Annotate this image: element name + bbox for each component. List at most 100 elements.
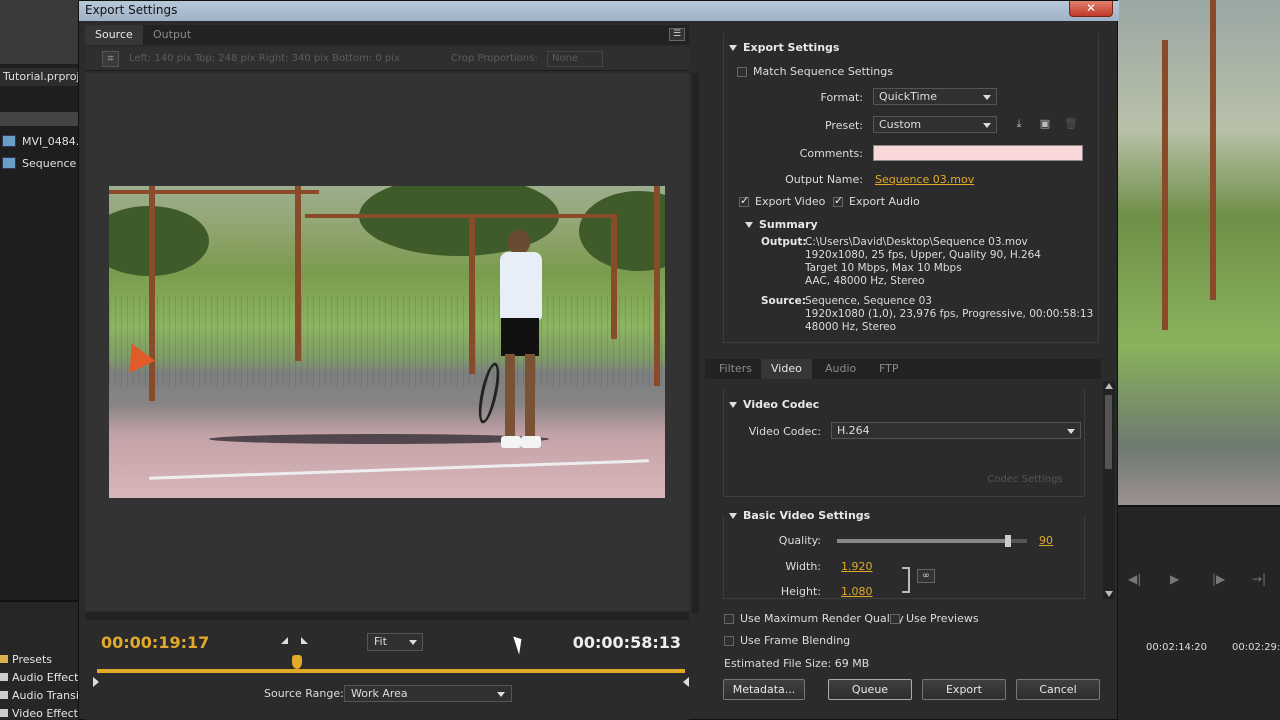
background-app-left: Tutorial.prproj MVI_0484.MOV Sequence 03… [0, 0, 78, 720]
go-to-out-icon[interactable]: →| [1252, 572, 1266, 586]
preview-vertical-scrollbar[interactable] [692, 73, 699, 613]
max-render-quality-checkbox[interactable]: Use Maximum Render Quality [724, 612, 904, 625]
background-program-monitor: ◀| ▶ |▶ →| 00:02:14:20 00:02:29:2 [1118, 0, 1280, 720]
mouse-cursor-icon [513, 634, 526, 655]
export-video-checkbox[interactable]: Export Video [739, 194, 825, 208]
quality-slider[interactable] [837, 535, 1027, 547]
player-body [500, 252, 542, 320]
export-settings-dialog: Export Settings ✕ Source Output ☰ ⌗ Left… [78, 0, 1119, 720]
tab-filters[interactable]: Filters [709, 359, 762, 379]
court-line [149, 459, 649, 480]
tab-source[interactable]: Source [85, 25, 143, 45]
source-range-label: Source Range: [264, 687, 344, 700]
set-out-point-icon[interactable] [301, 637, 308, 644]
output-name-link[interactable]: Sequence 03.mov [875, 173, 974, 186]
project-item-label: MVI_0484.MOV [22, 134, 78, 148]
tab-output[interactable]: Output [143, 25, 201, 45]
fence-pole [654, 186, 660, 386]
checkbox-icon [833, 194, 843, 207]
video-codec-label: Video Codec: [748, 425, 821, 438]
effects-item-video-effects[interactable]: Video Effects [0, 704, 78, 720]
project-item-sequence[interactable]: Sequence 03 [0, 153, 78, 173]
effects-item-presets[interactable]: Presets [0, 650, 78, 668]
tab-audio[interactable]: Audio [815, 359, 866, 379]
preview-horizontal-scrollbar[interactable] [85, 612, 689, 620]
export-audio-checkbox[interactable]: Export Audio [833, 194, 920, 208]
aspect-bracket [902, 567, 910, 593]
crop-values: Left: 140 pix Top: 248 pix Right: 340 pi… [129, 53, 400, 64]
summary-header[interactable]: Summary [745, 218, 818, 231]
tree-shape [109, 206, 209, 276]
save-preset-icon[interactable]: ⤓ [1011, 117, 1027, 131]
summary-output-lines: C:\Users\David\Desktop\Sequence 03.mov 1… [805, 236, 1041, 287]
playhead-handle[interactable] [291, 655, 302, 669]
width-value[interactable]: 1.920 [841, 560, 873, 573]
current-timecode[interactable]: 00:00:19:17 [101, 633, 209, 652]
comments-label: Comments: [799, 147, 863, 160]
dialog-titlebar[interactable]: Export Settings [79, 1, 1119, 21]
crop-icon[interactable]: ⌗ [102, 51, 119, 67]
work-area-start-handle[interactable] [93, 677, 99, 687]
queue-button[interactable]: Queue [828, 679, 912, 700]
folder-icon [0, 655, 8, 663]
tab-video[interactable]: Video [761, 359, 812, 379]
chevron-down-icon [409, 640, 417, 645]
width-label: Width: [785, 560, 821, 573]
metadata-button[interactable]: Metadata... [723, 679, 805, 700]
use-previews-checkbox[interactable]: Use Previews [890, 612, 979, 625]
effects-item-audio-transitions[interactable]: Audio Transitions [0, 686, 78, 704]
quality-value[interactable]: 90 [1039, 534, 1053, 547]
scroll-down-icon[interactable] [1105, 591, 1113, 597]
summary-source: Source: [761, 295, 806, 307]
comments-input[interactable] [873, 145, 1083, 161]
close-button[interactable]: ✕ [1069, 1, 1113, 17]
import-preset-icon[interactable]: ▣ [1037, 117, 1053, 131]
checkbox-icon [737, 66, 747, 77]
player-shorts [501, 318, 539, 356]
quality-label: Quality: [778, 534, 821, 547]
step-back-icon[interactable]: ◀| [1128, 572, 1141, 586]
dialog-title: Export Settings [85, 3, 178, 17]
match-sequence-checkbox[interactable]: Match Sequence Settings [737, 65, 893, 78]
disclosure-triangle-icon [729, 401, 737, 408]
preset-value: Custom [879, 118, 922, 131]
basic-video-header[interactable]: Basic Video Settings [729, 509, 870, 522]
panel-menu-icon[interactable]: ☰ [669, 28, 685, 41]
export-settings-header[interactable]: Export Settings [729, 41, 839, 54]
delete-preset-icon[interactable]: 🗑 [1063, 117, 1079, 131]
zoom-fit-select[interactable]: Fit [367, 633, 423, 651]
step-forward-icon[interactable]: |▶ [1212, 572, 1225, 586]
effects-item-audio-effects[interactable]: Audio Effects [0, 668, 78, 686]
effects-panel: Presets Audio Effects Audio Transitions … [0, 600, 78, 720]
cancel-button[interactable]: Cancel [1016, 679, 1100, 700]
link-icon[interactable]: ∞ [917, 569, 935, 583]
export-button[interactable]: Export [922, 679, 1006, 700]
format-value: QuickTime [879, 90, 938, 103]
quality-slider-thumb[interactable] [1005, 535, 1011, 547]
settings-scrollbar[interactable] [1103, 381, 1115, 599]
work-area-end-handle[interactable] [683, 677, 689, 687]
player-shoe [501, 436, 521, 448]
source-range-select[interactable]: Work Area [344, 685, 512, 702]
work-area-bar[interactable] [97, 669, 685, 673]
duration-timecode: 00:00:58:13 [572, 633, 681, 652]
project-item-clip[interactable]: MVI_0484.MOV [0, 131, 78, 151]
fence-shadow [209, 434, 549, 444]
player-shoe [521, 436, 541, 448]
codec-settings-button[interactable]: Codec Settings [975, 471, 1075, 489]
set-in-point-icon[interactable] [281, 637, 288, 644]
scroll-up-icon[interactable] [1105, 383, 1113, 389]
format-label: Format: [820, 91, 863, 104]
scrollbar-thumb[interactable] [1105, 395, 1112, 469]
height-value[interactable]: 1.080 [841, 585, 873, 598]
checkbox-icon [724, 635, 734, 646]
frame-blending-checkbox[interactable]: Use Frame Blending [724, 634, 850, 647]
play-icon[interactable]: ▶ [1170, 572, 1179, 586]
fence-pole [295, 186, 301, 361]
preset-select[interactable]: Custom [873, 116, 997, 133]
format-select[interactable]: QuickTime [873, 88, 997, 105]
tab-ftp[interactable]: FTP [869, 359, 909, 379]
video-codec-select[interactable]: H.264 [831, 422, 1081, 439]
crop-proportions-select[interactable]: None [547, 51, 603, 67]
video-codec-header[interactable]: Video Codec [729, 398, 819, 411]
